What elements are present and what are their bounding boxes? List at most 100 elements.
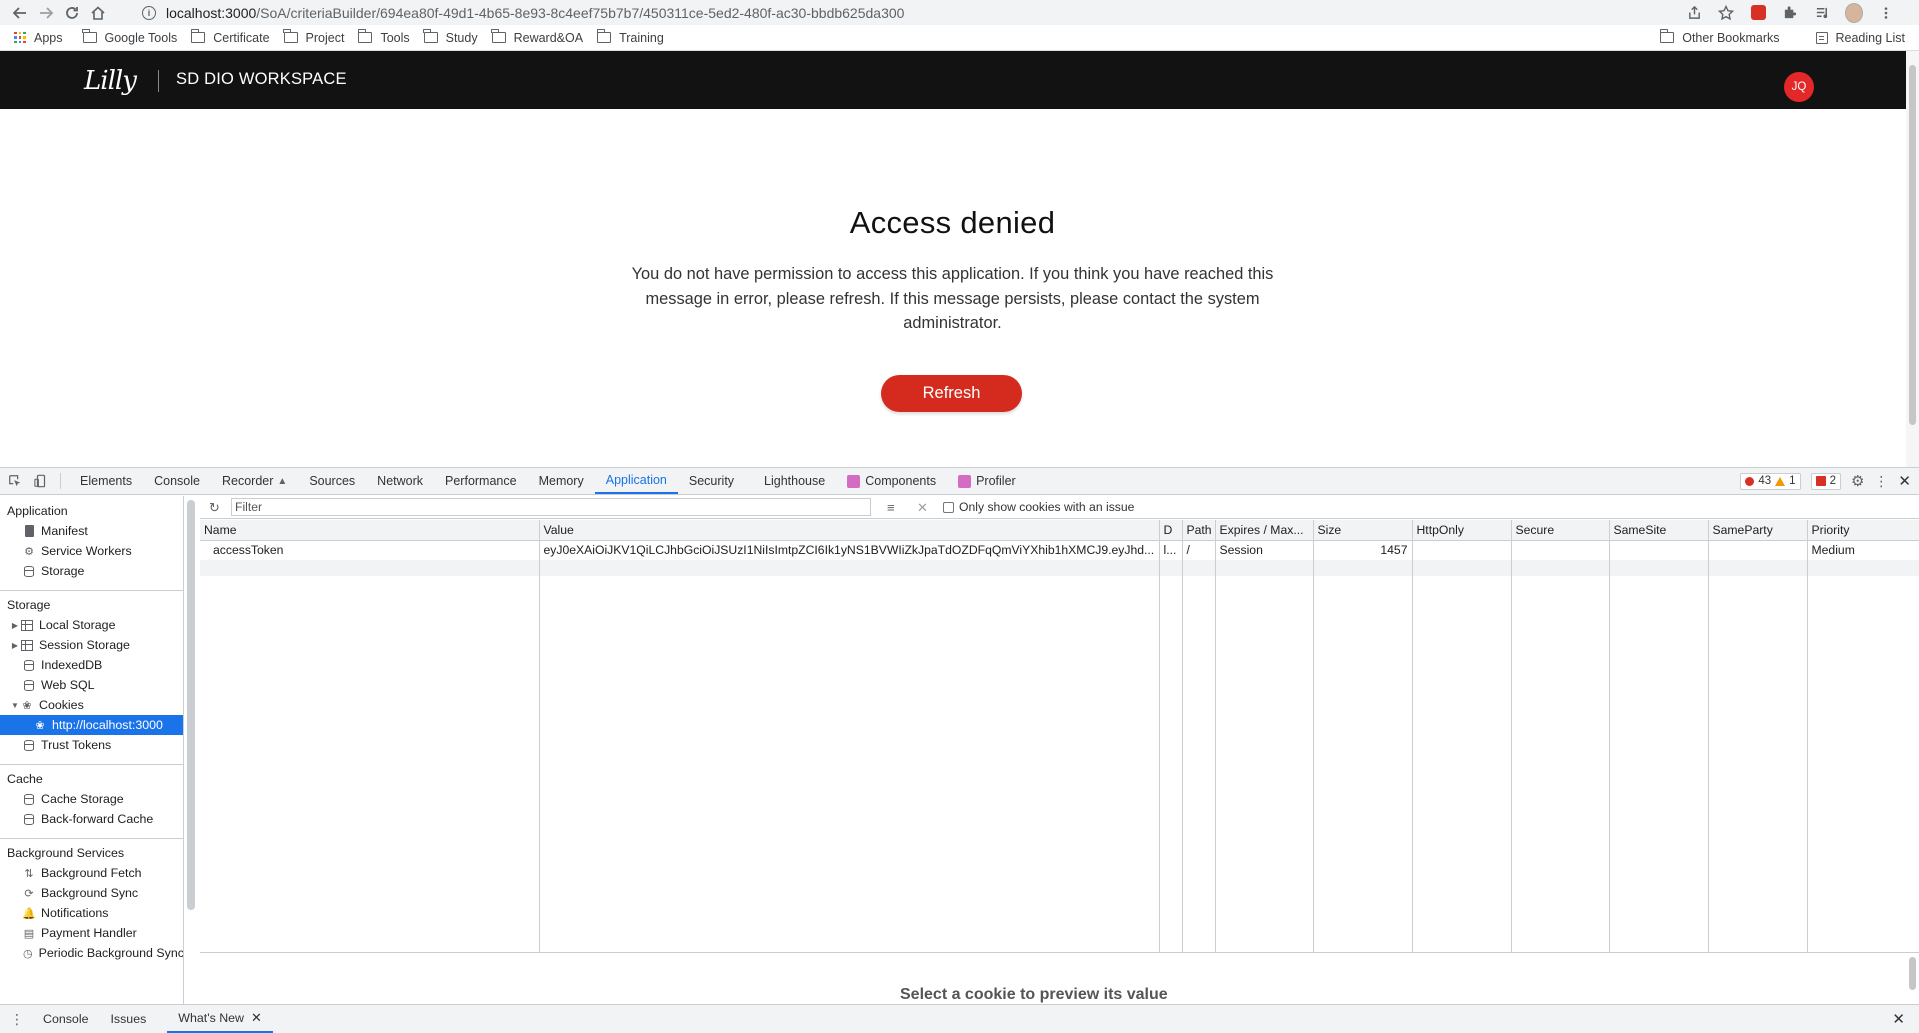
column-header-value[interactable]: Value: [539, 520, 1160, 541]
drawer-tab-issues[interactable]: Issues: [99, 1005, 157, 1033]
cookie-httponly[interactable]: [1412, 540, 1512, 560]
tab-security[interactable]: Security: [678, 468, 745, 494]
bookmark-folder[interactable]: Training: [596, 27, 664, 49]
clear-filtered-cookies-icon[interactable]: ≡: [887, 500, 895, 515]
sidebar-item-trust-tokens[interactable]: Trust Tokens: [0, 735, 183, 755]
cookie-name[interactable]: accessToken: [200, 540, 540, 560]
expand-arrow-icon[interactable]: ▶: [9, 641, 21, 650]
column-header-path[interactable]: Path: [1182, 520, 1216, 541]
drawer-tab-console[interactable]: Console: [32, 1005, 99, 1033]
sidebar-item-indexeddb[interactable]: IndexedDB: [0, 655, 183, 675]
cookie-domain[interactable]: l...: [1159, 540, 1183, 560]
user-avatar[interactable]: JQ: [1784, 72, 1814, 102]
tab-lighthouse[interactable]: Lighthouse: [753, 468, 836, 494]
clear-icon[interactable]: ✕: [917, 500, 928, 516]
sidebar-item-background-fetch[interactable]: ⇅ Background Fetch: [0, 863, 183, 883]
share-icon[interactable]: [1685, 4, 1703, 22]
column-header-expires[interactable]: Expires / Max...: [1215, 520, 1314, 541]
bookmark-other[interactable]: Other Bookmarks: [1659, 27, 1780, 49]
close-devtools-icon[interactable]: ✕: [1898, 472, 1911, 490]
home-button[interactable]: [85, 0, 111, 25]
media-control-icon[interactable]: [1813, 4, 1831, 22]
column-header-priority[interactable]: Priority: [1807, 520, 1919, 541]
sidebar-item-local-storage[interactable]: ▶ Local Storage: [0, 615, 183, 635]
table-row[interactable]: accessToken eyJ0eXAiOiJKV1QiLCJhbGciOiJS…: [200, 540, 1919, 560]
column-header-httponly[interactable]: HttpOnly: [1412, 520, 1512, 541]
sidebar-item-back-forward-cache[interactable]: Back-forward Cache: [0, 809, 183, 829]
checkbox-box[interactable]: [943, 501, 954, 513]
bookmark-folder[interactable]: Reward&OA: [491, 27, 583, 49]
sidebar-scrollbar[interactable]: [186, 498, 196, 1003]
sidebar-item-background-sync[interactable]: ⟳ Background Sync: [0, 883, 183, 903]
expand-arrow-icon[interactable]: ▶: [9, 621, 21, 630]
sidebar-item-cookies[interactable]: ▼ ❀ Cookies: [0, 695, 183, 715]
tab-network[interactable]: Network: [366, 468, 434, 494]
reading-list[interactable]: Reading List: [1815, 27, 1905, 49]
sidebar-item-notifications[interactable]: 🔔 Notifications: [0, 903, 183, 923]
sidebar-item-storage[interactable]: Storage: [0, 561, 183, 581]
console-counts[interactable]: 43 1: [1740, 472, 1801, 490]
cookie-expires[interactable]: Session: [1215, 540, 1314, 560]
drawer-tab-whats-new[interactable]: What's New ✕: [167, 1005, 273, 1033]
chrome-menu-icon[interactable]: [1877, 4, 1895, 22]
tab-elements[interactable]: Elements: [69, 468, 143, 494]
cookie-priority[interactable]: Medium: [1807, 540, 1919, 560]
refresh-button[interactable]: Refresh: [881, 375, 1022, 412]
device-toolbar-icon[interactable]: [30, 468, 52, 494]
sidebar-item-cookie-origin[interactable]: ❀ http://localhost:3000: [0, 715, 183, 735]
sidebar-item-manifest[interactable]: Manifest: [0, 521, 183, 541]
extensions-puzzle-icon[interactable]: [1781, 4, 1799, 22]
forward-button[interactable]: [33, 0, 59, 25]
column-header-size[interactable]: Size: [1313, 520, 1413, 541]
sidebar-item-service-workers[interactable]: ⚙ Service Workers: [0, 541, 183, 561]
tab-memory[interactable]: Memory: [528, 468, 595, 494]
sidebar-item-periodic-background-sync[interactable]: ◷ Periodic Background Sync: [0, 943, 183, 963]
column-header-samesite[interactable]: SameSite: [1609, 520, 1709, 541]
inspect-element-icon[interactable]: [4, 468, 26, 494]
tab-profiler[interactable]: Profiler: [947, 468, 1027, 494]
bookmark-folder[interactable]: Tools: [358, 27, 410, 49]
column-header-secure[interactable]: Secure: [1511, 520, 1610, 541]
cookie-samesite[interactable]: [1609, 540, 1709, 560]
drawer-menu-icon[interactable]: ⋮: [10, 1011, 24, 1028]
bookmark-star-icon[interactable]: [1717, 4, 1735, 22]
back-button[interactable]: [7, 0, 33, 25]
sidebar-item-payment-handler[interactable]: ▤ Payment Handler: [0, 923, 183, 943]
issues-count[interactable]: 2: [1810, 472, 1841, 490]
sidebar-item-web-sql[interactable]: Web SQL: [0, 675, 183, 695]
sidebar-item-session-storage[interactable]: ▶ Session Storage: [0, 635, 183, 655]
only-issues-checkbox[interactable]: Only show cookies with an issue: [943, 500, 1134, 514]
more-options-icon[interactable]: ⋮: [1874, 473, 1888, 490]
preview-scrollbar[interactable]: [1906, 954, 1919, 1003]
close-drawer-icon[interactable]: ✕: [1892, 1010, 1905, 1028]
tab-application[interactable]: Application: [594, 468, 678, 494]
tab-components[interactable]: Components: [836, 468, 947, 494]
tab-sources[interactable]: Sources: [298, 468, 366, 494]
extension-red-icon[interactable]: [1749, 4, 1767, 22]
tab-recorder[interactable]: Recorder ▲: [211, 468, 298, 494]
bookmark-apps[interactable]: Apps: [14, 27, 63, 49]
cookie-path[interactable]: /: [1182, 540, 1216, 560]
cookie-filter-input[interactable]: [231, 498, 871, 516]
column-header-name[interactable]: Name: [200, 520, 540, 541]
profile-avatar-icon[interactable]: [1845, 2, 1863, 23]
sidebar-item-cache-storage[interactable]: Cache Storage: [0, 789, 183, 809]
page-scrollbar[interactable]: [1906, 51, 1919, 467]
bookmark-folder[interactable]: Google Tools: [82, 27, 177, 49]
tab-performance[interactable]: Performance: [434, 468, 528, 494]
refresh-cookies-icon[interactable]: ↻: [209, 500, 220, 516]
bookmark-folder[interactable]: Certificate: [190, 27, 270, 49]
close-tab-icon[interactable]: ✕: [251, 1010, 262, 1026]
settings-gear-icon[interactable]: ⚙: [1851, 472, 1864, 490]
column-header-sameparty[interactable]: SameParty: [1708, 520, 1808, 541]
cookie-value[interactable]: eyJ0eXAiOiJKV1QiLCJhbGciOiJSUzI1NiIsImtp…: [539, 540, 1160, 560]
cookie-secure[interactable]: [1511, 540, 1610, 560]
site-info-icon[interactable]: i: [142, 5, 156, 20]
bookmark-folder[interactable]: Project: [283, 27, 344, 49]
reload-button[interactable]: [59, 0, 85, 25]
collapse-arrow-icon[interactable]: ▼: [9, 701, 21, 710]
column-header-domain[interactable]: D: [1159, 520, 1183, 541]
tab-console[interactable]: Console: [143, 468, 211, 494]
cookie-size[interactable]: 1457: [1313, 540, 1413, 560]
cookie-sameparty[interactable]: [1708, 540, 1808, 560]
